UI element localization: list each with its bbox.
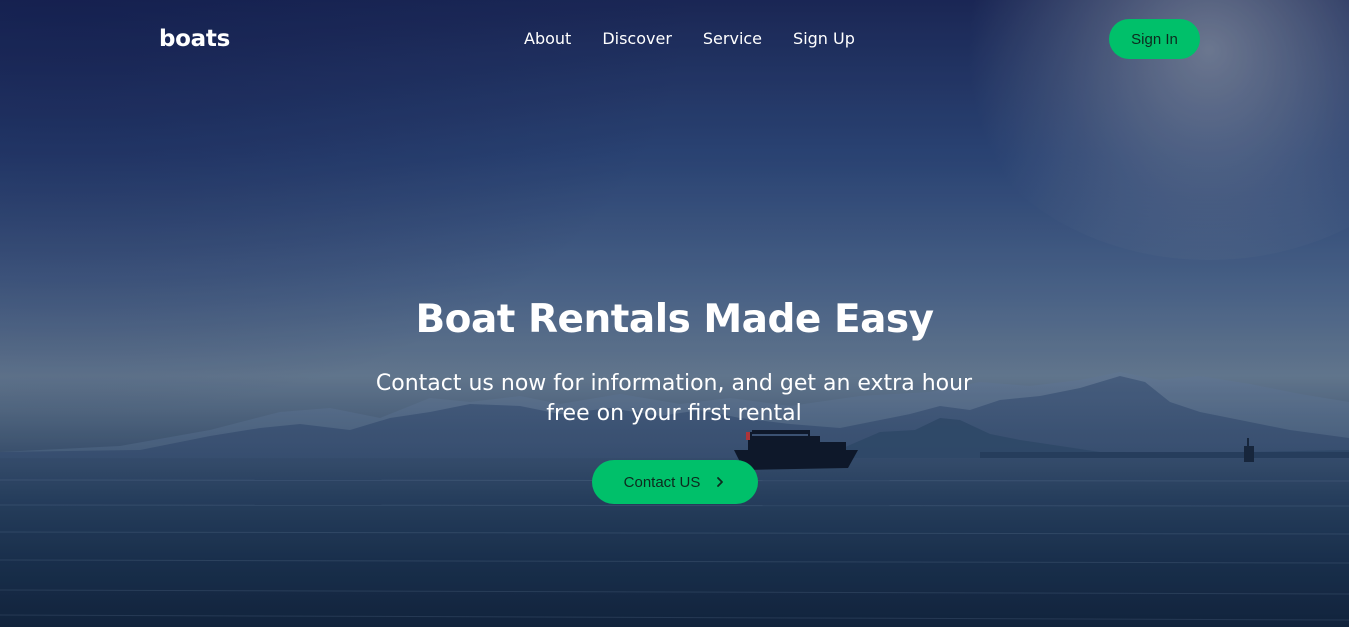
- contact-us-label: Contact US: [623, 473, 701, 491]
- sign-in-button[interactable]: Sign In: [1109, 19, 1200, 59]
- hero-subtext: Contact us now for information, and get …: [375, 371, 973, 426]
- contact-us-button[interactable]: Contact US: [592, 460, 758, 504]
- sign-in-label: Sign In: [1131, 30, 1178, 48]
- nav-link-discover[interactable]: Discover: [602, 29, 672, 49]
- nav-link-signup[interactable]: Sign Up: [793, 29, 855, 49]
- nav-link-about[interactable]: About: [524, 29, 571, 49]
- hero-section: boats About Discover Service Sign Up Sig…: [0, 0, 1349, 627]
- navbar: boats About Discover Service Sign Up Sig…: [0, 0, 1349, 78]
- nav-link-service[interactable]: Service: [703, 29, 762, 49]
- chevron-right-icon: [717, 477, 724, 487]
- brand-logo[interactable]: boats: [159, 24, 230, 54]
- nav-links: About Discover Service Sign Up: [524, 29, 886, 49]
- hero-headline: Boat Rentals Made Easy: [415, 297, 934, 342]
